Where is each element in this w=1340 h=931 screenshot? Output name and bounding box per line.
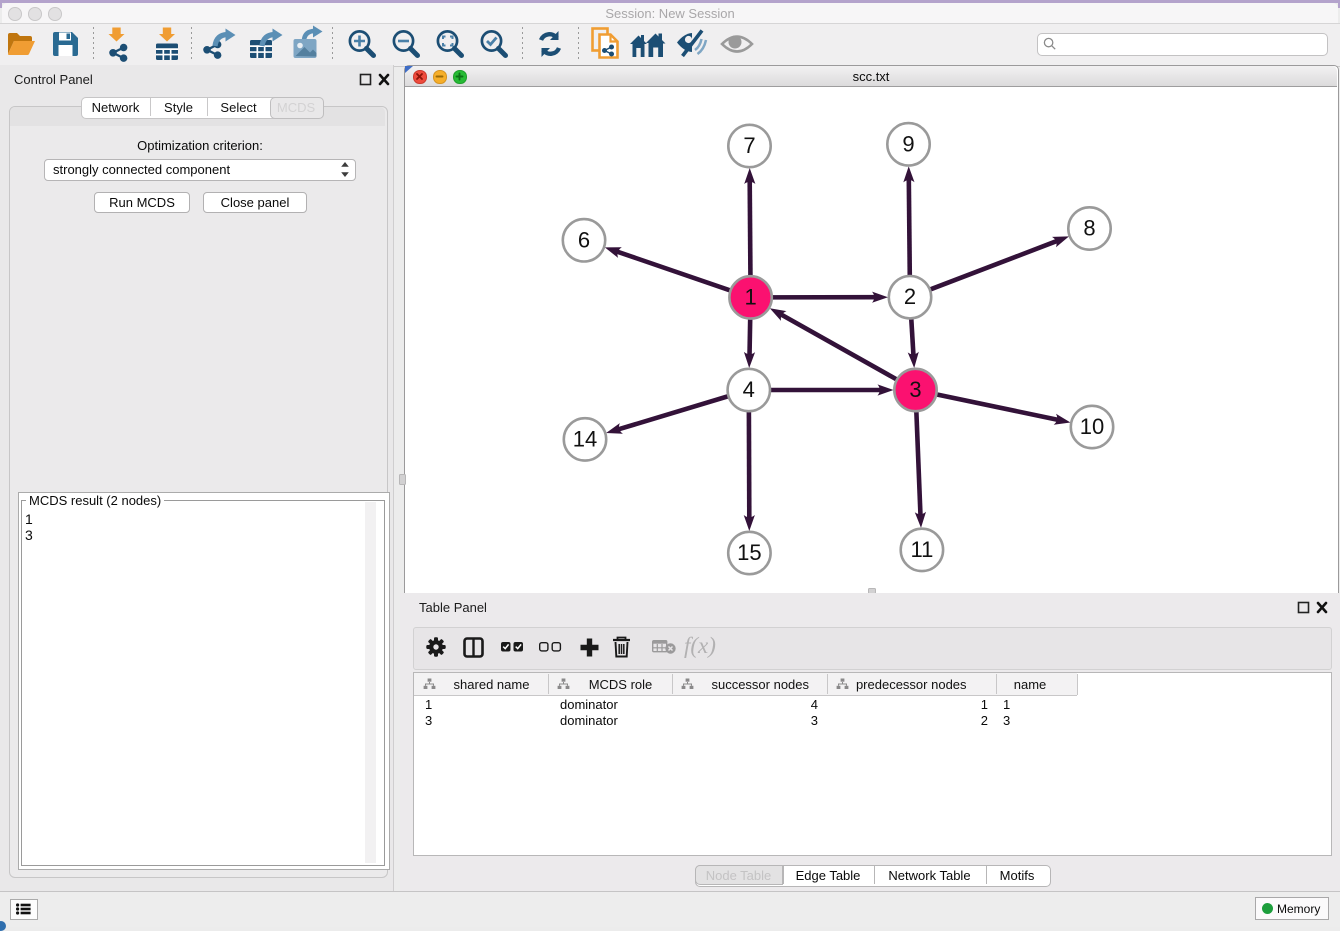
svg-text:10: 10 (1080, 414, 1104, 439)
svg-text:1: 1 (744, 284, 756, 309)
svg-text:11: 11 (910, 537, 933, 562)
svg-text:7: 7 (743, 133, 755, 158)
svg-text:9: 9 (902, 131, 914, 156)
svg-text:4: 4 (743, 377, 755, 402)
svg-text:3: 3 (909, 377, 921, 402)
svg-text:6: 6 (578, 227, 590, 252)
svg-text:14: 14 (573, 426, 597, 451)
svg-text:15: 15 (737, 540, 761, 565)
svg-text:2: 2 (904, 284, 916, 309)
svg-text:8: 8 (1083, 216, 1095, 241)
